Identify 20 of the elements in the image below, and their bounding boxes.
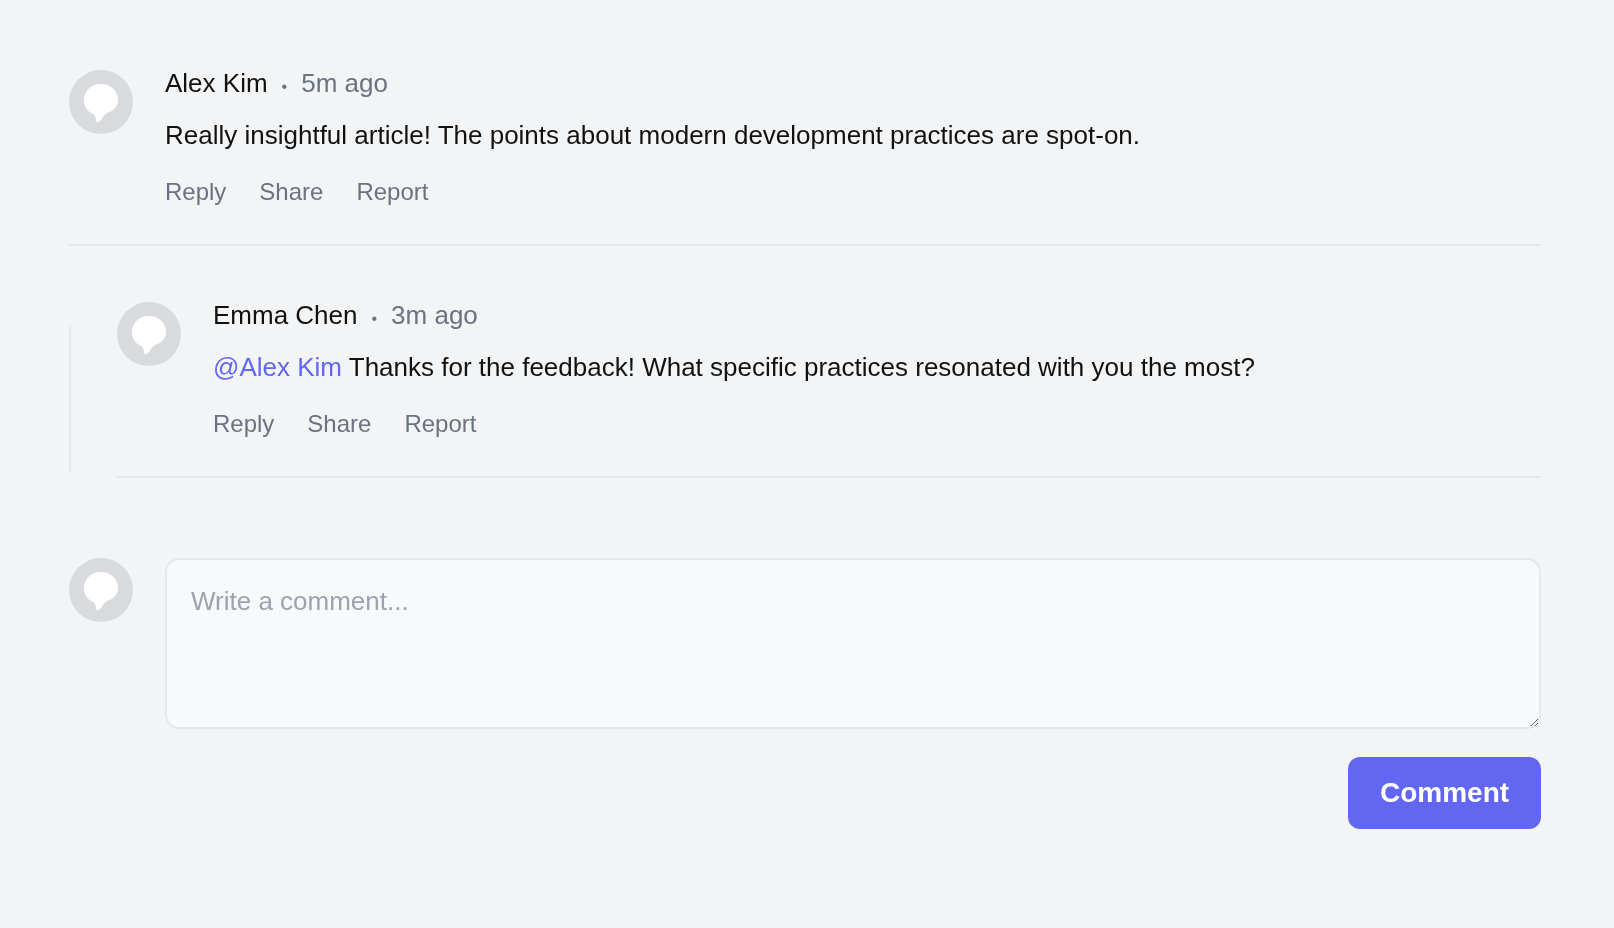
comment-text: @Alex Kim Thanks for the feedback! What specific practices resonated with you the most? (213, 352, 1256, 382)
action-link[interactable]: Report (404, 410, 477, 438)
author-name: Emma Chen (213, 302, 358, 328)
comment-field[interactable]: Write a comment... (165, 558, 1541, 729)
mention-link[interactable]: @Alex Kim (213, 352, 342, 382)
timestamp: 5m ago (301, 70, 388, 96)
action-link[interactable]: Reply (213, 410, 275, 438)
avatar-icon (69, 70, 133, 134)
author-name: Alex Kim (165, 70, 268, 96)
comment-text: Really insightful article! The points about modern development practices are spot-on. (165, 120, 1142, 150)
avatar-icon (69, 558, 133, 622)
action-link[interactable]: Report (356, 178, 429, 206)
action-link[interactable]: Share (307, 410, 372, 438)
action-link[interactable]: Share (259, 178, 324, 206)
action-link[interactable]: Reply (165, 178, 227, 206)
avatar-icon (117, 302, 181, 366)
timestamp: 3m ago (391, 302, 478, 328)
separator-dot: • (281, 77, 288, 97)
separator-dot: • (371, 309, 378, 329)
comment-button[interactable]: Comment (1348, 757, 1541, 829)
